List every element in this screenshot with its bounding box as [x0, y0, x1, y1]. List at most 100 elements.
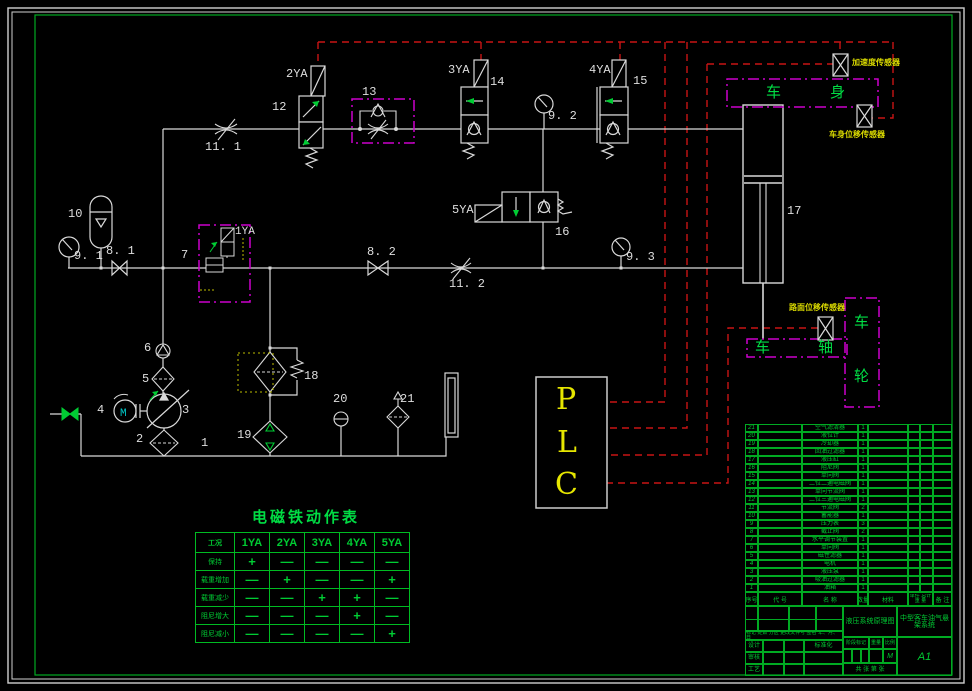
solenoid-state-cell: + [269, 570, 305, 589]
throttle-box-13 [351, 98, 415, 144]
part-qty: 1 [858, 456, 868, 464]
road-disp-sensor-label: 路面位移传感器 [789, 303, 845, 312]
part-unit-weight [908, 576, 920, 584]
parts-header-weight: 单件 总计 重 量 [908, 592, 933, 606]
part-no: 10 [745, 512, 758, 520]
solenoid-state-cell: + [374, 570, 410, 589]
part-total-weight [920, 544, 933, 552]
label-5ya: 5YA [452, 203, 474, 217]
label-8-2: 8. 2 [367, 245, 396, 259]
part-unit-weight [908, 544, 920, 552]
check-valve-6 [155, 343, 171, 359]
parts-list-row: 10 蓄能器 1 [745, 512, 952, 520]
condition-label: 阻尼减小 [195, 624, 235, 643]
solenoid-state-cell: + [234, 552, 270, 571]
part-remark [933, 568, 952, 576]
part-total-weight [920, 584, 933, 592]
part-qty: 1 [858, 544, 868, 552]
filter-5 [151, 366, 175, 392]
part-no: 8 [745, 528, 758, 536]
parts-list-row: 18 回油过滤器 1 [745, 448, 952, 456]
part-unit-weight [908, 568, 920, 576]
part-material [868, 464, 908, 472]
label-8-1: 8. 1 [106, 244, 135, 258]
parts-list-row: 11 节流阀 2 [745, 504, 952, 512]
part-no: 2 [745, 576, 758, 584]
solenoid-table-row: 载重增加 — + — — + [195, 570, 410, 589]
part-material [868, 448, 908, 456]
part-remark [933, 576, 952, 584]
part-no: 3 [745, 568, 758, 576]
part-name: 二位二通电磁阀 [802, 480, 858, 488]
label-11-2: 11. 2 [449, 277, 486, 291]
parts-list-row: 1 油箱 1 [745, 584, 952, 592]
part-qty: 1 [858, 440, 868, 448]
part-code [758, 448, 802, 456]
part-code [758, 504, 802, 512]
part-name: 节流阀 [802, 504, 858, 512]
part-qty: 1 [858, 496, 868, 504]
part-code [758, 456, 802, 464]
part-material [868, 552, 908, 560]
part-unit-weight [908, 424, 920, 432]
part-qty: 1 [858, 512, 868, 520]
part-code [758, 464, 802, 472]
parts-header-material: 材料 [868, 592, 908, 606]
part-material [868, 496, 908, 504]
damper-valve-16 [474, 191, 573, 223]
solenoid-header-2ya: 2YA [269, 532, 305, 553]
solenoid-state-cell: — [234, 624, 270, 643]
part-remark [933, 552, 952, 560]
part-no: 9 [745, 520, 758, 528]
wheel-char-2: 轮 [854, 368, 870, 385]
part-no: 13 [745, 488, 758, 496]
part-code [758, 472, 802, 480]
part-material [868, 480, 908, 488]
parts-header-name: 名 称 [802, 592, 858, 606]
solenoid-state-cell: — [374, 606, 410, 625]
part-remark [933, 488, 952, 496]
label-5: 5 [142, 372, 150, 386]
motor-letter: M [120, 408, 127, 420]
solenoid-state-cell: + [339, 606, 375, 625]
part-unit-weight [908, 448, 920, 456]
solenoid-state-cell: + [304, 588, 340, 607]
wheel-char-1: 车 [854, 314, 870, 331]
parts-list-row: 20 液位计 1 [745, 432, 952, 440]
solenoid-state-cell: — [304, 570, 340, 589]
solenoid-state-cell: + [374, 624, 410, 643]
part-no: 6 [745, 544, 758, 552]
part-material [868, 456, 908, 464]
solenoid-header-1ya: 1YA [234, 532, 270, 553]
part-total-weight [920, 528, 933, 536]
part-code [758, 512, 802, 520]
part-unit-weight [908, 496, 920, 504]
part-material [868, 488, 908, 496]
filter-2 [149, 429, 179, 457]
parts-list-row: 13 单向节流阀 1 [745, 488, 952, 496]
part-name: 磁性滤器 [802, 552, 858, 560]
part-unit-weight [908, 528, 920, 536]
scale-value: M [883, 649, 897, 663]
part-code [758, 440, 802, 448]
solenoid-state-cell: — [339, 552, 375, 571]
part-remark [933, 496, 952, 504]
body-disp-sensor-label: 车身位移传感器 [829, 130, 885, 139]
solenoid-valve-12 [298, 65, 326, 169]
part-code [758, 432, 802, 440]
parts-list-row: 16 阻尼阀 1 [745, 464, 952, 472]
part-material [868, 520, 908, 528]
junction-dots [99, 127, 623, 397]
part-qty: 1 [858, 584, 868, 592]
plc-letter-l: L [557, 425, 577, 460]
part-material [868, 584, 908, 592]
parts-list-row: 2 吸油过滤器 1 [745, 576, 952, 584]
part-remark [933, 544, 952, 552]
part-qty: 1 [858, 424, 868, 432]
weight-label: 重量 [869, 637, 883, 649]
sheet-count: 共 张 第 张 [843, 663, 897, 676]
solenoid-header-5ya: 5YA [374, 532, 410, 553]
solenoid-action-table: 工况 1YA 2YA 3YA 4YA 5YA 保持 + — — — — 载重增加 — + — — + 载… [195, 532, 410, 643]
return-filter-18 [253, 351, 305, 393]
part-code [758, 552, 802, 560]
